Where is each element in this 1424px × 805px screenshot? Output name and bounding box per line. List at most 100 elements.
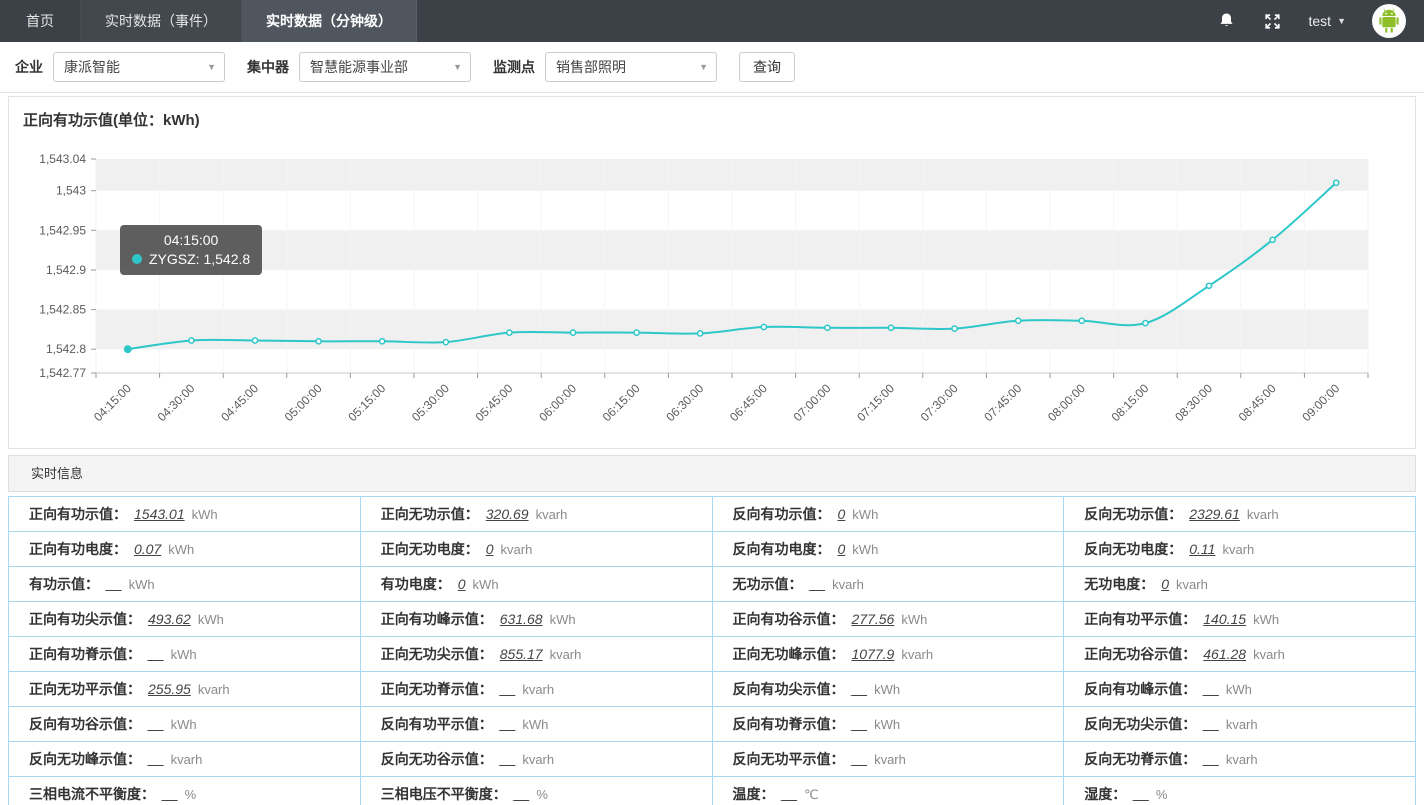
data-point[interactable]	[634, 330, 639, 335]
metric-value-link[interactable]: 0.11	[1189, 541, 1215, 557]
metric-value-link[interactable]: __	[106, 576, 122, 592]
bell-icon[interactable]	[1217, 11, 1237, 31]
enterprise-select[interactable]: 康派智能 ▼	[53, 52, 225, 82]
metric-value-link[interactable]: 855.17	[500, 646, 543, 662]
metric-cell: 反向有功平示值：__kWh	[360, 707, 712, 742]
metric-value-link[interactable]: 0	[458, 576, 466, 592]
chevron-down-icon: ▼	[1337, 16, 1346, 26]
x-axis-label: 07:30:00	[918, 381, 961, 424]
tab-realtime-event[interactable]: 实时数据（事件）	[81, 0, 242, 42]
metric-value-link[interactable]: __	[852, 751, 868, 767]
metric-unit: kWh	[874, 717, 900, 732]
data-point[interactable]	[189, 338, 194, 343]
metric-value-link[interactable]: 493.62	[148, 611, 191, 627]
data-point[interactable]	[443, 340, 448, 345]
navbar-right: test ▼	[1217, 0, 1424, 42]
data-point[interactable]	[252, 338, 257, 343]
metric-value-link[interactable]: __	[500, 751, 516, 767]
data-point[interactable]	[761, 324, 766, 329]
metric-value-link[interactable]: __	[1203, 716, 1219, 732]
metric-label: 反向有功谷示值：	[29, 716, 141, 732]
metric-cell: 正向有功示值：1543.01kWh	[9, 497, 361, 532]
data-point[interactable]	[507, 330, 512, 335]
metric-value-link[interactable]: __	[500, 716, 516, 732]
metric-cell: 反向无功峰示值：__kvarh	[9, 742, 361, 777]
x-axis-label: 08:15:00	[1109, 381, 1152, 424]
data-point[interactable]	[1143, 321, 1148, 326]
table-row: 三相电流不平衡度：__%三相电压不平衡度：__%温度：__℃湿度：__%	[9, 777, 1416, 805]
query-button[interactable]: 查询	[739, 52, 795, 82]
x-axis-label: 04:30:00	[155, 381, 198, 424]
metric-value-link[interactable]: 0	[486, 541, 494, 557]
data-point[interactable]	[952, 326, 957, 331]
metric-label: 三相电压不平衡度：	[381, 786, 507, 802]
metric-unit: kvarh	[1226, 752, 1258, 767]
metric-value-link[interactable]: __	[162, 786, 178, 802]
metric-value-link[interactable]: 0	[838, 506, 846, 522]
metric-value-link[interactable]: __	[1203, 681, 1219, 697]
monitor-point-select[interactable]: 销售部照明 ▼	[545, 52, 717, 82]
metric-cell: 正向有功尖示值：493.62kWh	[9, 602, 361, 637]
metric-value-link[interactable]: 0	[1161, 576, 1169, 592]
fullscreen-icon[interactable]	[1263, 11, 1283, 31]
metric-value-link[interactable]: __	[148, 751, 164, 767]
y-axis-label: 1,543	[56, 184, 86, 198]
enterprise-select-value: 康派智能	[64, 57, 120, 77]
metric-label: 正向有功谷示值：	[733, 611, 845, 627]
metric-value-link[interactable]: __	[852, 716, 868, 732]
metric-value-link[interactable]: __	[148, 646, 164, 662]
data-point[interactable]	[1016, 318, 1021, 323]
data-point[interactable]	[1334, 180, 1339, 185]
metric-value-link[interactable]: 461.28	[1203, 646, 1246, 662]
metric-value-link[interactable]: __	[514, 786, 530, 802]
metric-cell: 正向无功电度：0kvarh	[360, 532, 712, 567]
table-row: 正向无功平示值：255.95kvarh正向无功脊示值：__kvarh反向有功尖示…	[9, 672, 1416, 707]
tab-home[interactable]: 首页	[0, 0, 81, 42]
metric-label: 正向有功电度：	[29, 541, 127, 557]
metric-cell: 正向有功峰示值：631.68kWh	[360, 602, 712, 637]
metric-value-link[interactable]: 631.68	[500, 611, 543, 627]
metric-value-link[interactable]: 1543.01	[134, 506, 185, 522]
data-point[interactable]	[380, 339, 385, 344]
metric-value-link[interactable]: 1077.9	[852, 646, 895, 662]
metric-value-link[interactable]: __	[852, 681, 868, 697]
metric-value-link[interactable]: 255.95	[148, 681, 191, 697]
metric-value-link[interactable]: 2329.61	[1189, 506, 1240, 522]
data-point[interactable]	[888, 325, 893, 330]
data-point[interactable]	[125, 346, 131, 352]
data-point[interactable]	[698, 331, 703, 336]
data-point[interactable]	[1206, 283, 1211, 288]
metric-value-link[interactable]: __	[1133, 786, 1149, 802]
x-axis-label: 04:15:00	[91, 381, 134, 424]
data-point[interactable]	[1270, 237, 1275, 242]
metric-unit: kvarh	[1247, 507, 1279, 522]
metric-cell: 正向无功平示值：255.95kvarh	[9, 672, 361, 707]
metric-value-link[interactable]: __	[1203, 751, 1219, 767]
data-point[interactable]	[825, 325, 830, 330]
data-point[interactable]	[570, 330, 575, 335]
tab-realtime-minute[interactable]: 实时数据（分钟级）	[242, 0, 417, 42]
metric-value-link[interactable]: __	[810, 576, 826, 592]
metric-label: 有功示值：	[29, 576, 99, 592]
metric-value-link[interactable]: __	[148, 716, 164, 732]
metric-value-link[interactable]: 0.07	[134, 541, 161, 557]
x-axis-label: 08:45:00	[1236, 381, 1279, 424]
metric-value-link[interactable]: __	[500, 681, 516, 697]
metric-cell: 三相电流不平衡度：__%	[9, 777, 361, 805]
metric-value-link[interactable]: 0	[838, 541, 846, 557]
realtime-info-table: 正向有功示值：1543.01kWh正向无功示值：320.69kvarh反向有功示…	[8, 496, 1416, 805]
metric-value-link[interactable]: 140.15	[1203, 611, 1246, 627]
metric-value-link[interactable]: 320.69	[486, 506, 529, 522]
metric-value-link[interactable]: __	[782, 786, 798, 802]
metric-unit: kvarh	[1253, 647, 1285, 662]
user-menu[interactable]: test ▼	[1309, 13, 1347, 29]
metric-unit: ℃	[804, 787, 819, 802]
data-point[interactable]	[1079, 318, 1084, 323]
avatar[interactable]	[1372, 4, 1406, 38]
metric-unit: kWh	[874, 682, 900, 697]
metric-value-link[interactable]: 277.56	[852, 611, 895, 627]
data-point[interactable]	[316, 339, 321, 344]
concentrator-select[interactable]: 智慧能源事业部 ▼	[299, 52, 471, 82]
table-row: 反向无功峰示值：__kvarh反向无功谷示值：__kvarh反向无功平示值：__…	[9, 742, 1416, 777]
line-chart-canvas[interactable]: 1,543.041,5431,542.951,542.91,542.851,54…	[9, 97, 1415, 447]
